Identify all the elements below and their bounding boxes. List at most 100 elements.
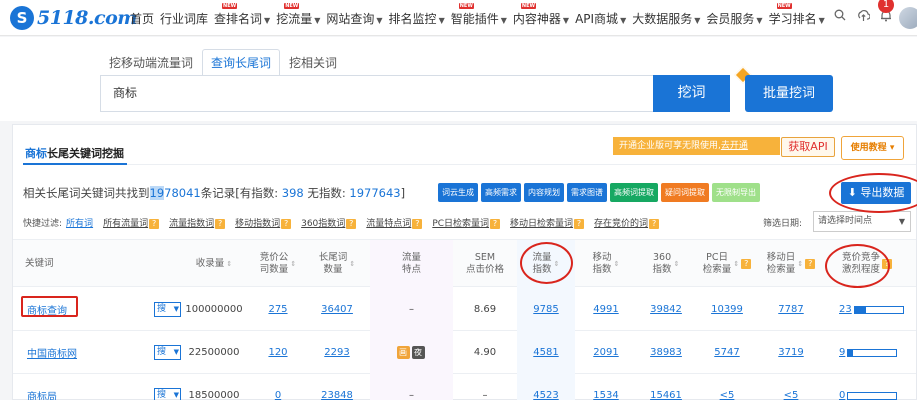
search-tab[interactable]: 挖相关词	[280, 49, 346, 75]
keyword-cell[interactable]: 中国商标网	[27, 331, 147, 374]
sort-icon[interactable]: ⇕	[733, 258, 739, 270]
help-icon[interactable]: ?	[346, 219, 357, 229]
column-header-indexed[interactable]: 收录量 ⇕	[185, 240, 243, 288]
sort-icon[interactable]: ⇕	[349, 258, 355, 270]
quick-filter[interactable]: 所有流量词?	[103, 216, 160, 229]
longtail-cell-link[interactable]: 36407	[321, 304, 353, 315]
index-360-cell-link[interactable]: 39842	[650, 304, 682, 315]
help-icon[interactable]: ?	[149, 219, 160, 229]
traffic-index-cell-link[interactable]: 9785	[533, 304, 558, 315]
keyword-cell-link[interactable]: 中国商标网	[27, 345, 77, 360]
bid-companies-cell[interactable]: 0	[251, 374, 305, 400]
tool-button[interactable]: 词云生成	[438, 183, 478, 202]
sort-icon[interactable]: ⇕	[226, 258, 232, 270]
column-header-index-360[interactable]: 360 指数 ⇕	[637, 240, 695, 288]
nav-item[interactable]: 行业词库	[160, 10, 208, 27]
keyword-cell-link[interactable]: 商标局	[27, 388, 57, 400]
tool-button[interactable]: 疑问词提取	[661, 183, 709, 202]
search-icon[interactable]	[831, 9, 849, 27]
nav-item[interactable]: 学习排名 ▼ NEW	[769, 2, 825, 27]
pc-search-cell-link[interactable]: 10399	[711, 304, 743, 315]
help-icon[interactable]: ?	[412, 219, 423, 229]
longtail-cell[interactable]: 36407	[311, 288, 363, 331]
mobile-index-cell-link[interactable]: 1534	[593, 390, 618, 400]
column-header-mobile-search[interactable]: 移动日 检索量 ⇕?	[761, 240, 821, 288]
tool-button[interactable]: 高频词提取	[610, 183, 658, 202]
avatar[interactable]	[899, 7, 917, 29]
mobile-index-cell-link[interactable]: 4991	[593, 304, 618, 315]
column-header-longtail[interactable]: 长尾词 数量 ⇕	[311, 240, 363, 288]
quick-filter[interactable]: 存在竞价的词?	[594, 216, 660, 229]
competition-link[interactable]: 0	[839, 390, 845, 400]
search-button[interactable]: 挖词	[653, 75, 730, 112]
help-icon[interactable]: ?	[805, 259, 816, 269]
longtail-cell-link[interactable]: 2293	[324, 347, 349, 358]
traffic-index-cell-link[interactable]: 4581	[533, 347, 558, 358]
index-360-cell[interactable]: 39842	[637, 288, 695, 331]
bid-companies-cell-link[interactable]: 120	[268, 347, 287, 358]
help-icon[interactable]: ?	[649, 219, 660, 229]
mobile-search-cell[interactable]: <5	[761, 374, 821, 400]
nav-item[interactable]: 网站查询 ▼	[326, 10, 382, 27]
column-header-mobile-index[interactable]: 移动 指数 ⇕	[577, 240, 635, 288]
mobile-search-cell-link[interactable]: 3719	[778, 347, 803, 358]
quick-filter[interactable]: 移动日检索量词?	[510, 216, 585, 229]
mobile-search-cell-link[interactable]: 7787	[778, 304, 803, 315]
promo-link[interactable]: 去开通	[721, 141, 748, 151]
pc-search-cell[interactable]: 10399	[697, 288, 757, 331]
mobile-search-cell-link[interactable]: <5	[784, 390, 799, 400]
competition-cell[interactable]: 9	[839, 331, 914, 374]
tutorial-button[interactable]: 使用教程 ▾	[841, 136, 904, 160]
help-icon[interactable]: ?	[490, 219, 501, 229]
traffic-index-cell[interactable]: 4581	[517, 331, 575, 374]
nav-item[interactable]: 会员服务 ▼	[706, 10, 762, 27]
pc-search-cell[interactable]: <5	[697, 374, 757, 400]
nav-item[interactable]: 挖流量 ▼ NEW	[276, 2, 320, 27]
keyword-cell[interactable]: 商标局	[27, 374, 147, 400]
sort-icon[interactable]: ⇕	[614, 258, 620, 270]
bid-companies-cell[interactable]: 120	[251, 331, 305, 374]
index-360-cell[interactable]: 38983	[637, 331, 695, 374]
sort-icon[interactable]: ⇕	[674, 258, 680, 270]
nav-item[interactable]: 大数据服务 ▼	[632, 10, 700, 27]
competition-link[interactable]: 23	[839, 304, 852, 315]
traffic-index-cell-link[interactable]: 4523	[533, 390, 558, 400]
index-360-cell-link[interactable]: 38983	[650, 347, 682, 358]
competition-link[interactable]: 9	[839, 347, 845, 358]
nav-item[interactable]: API商城 ▼	[575, 10, 626, 27]
sort-icon[interactable]: ⇕	[290, 258, 296, 270]
tool-button[interactable]: 内容规划	[524, 183, 564, 202]
longtail-cell-link[interactable]: 23848	[321, 390, 353, 400]
mobile-index-cell[interactable]: 1534	[577, 374, 635, 400]
pc-search-cell-link[interactable]: 5747	[714, 347, 739, 358]
quick-filter[interactable]: 360指数词?	[301, 216, 357, 229]
mobile-index-cell-link[interactable]: 2091	[593, 347, 618, 358]
quick-filter[interactable]: 移动指数词?	[235, 216, 292, 229]
quick-filter[interactable]: 流量特点词?	[366, 216, 423, 229]
pc-search-cell-link[interactable]: <5	[720, 390, 735, 400]
help-icon[interactable]: ?	[215, 219, 226, 229]
index-360-cell[interactable]: 15461	[637, 374, 695, 400]
tool-button[interactable]: 高频需求	[481, 183, 521, 202]
search-input[interactable]	[113, 76, 613, 111]
bid-companies-cell[interactable]: 275	[251, 288, 305, 331]
nav-item[interactable]: 内容神器 ▼ NEW	[513, 2, 569, 27]
search-tab[interactable]: 挖移动端流量词	[100, 49, 202, 75]
nav-item[interactable]: 排名监控 ▼	[389, 10, 445, 27]
competition-cell[interactable]: 23	[839, 288, 914, 331]
bid-companies-cell-link[interactable]: 0	[275, 390, 281, 400]
search-engine-select[interactable]: 搜 ▼	[154, 302, 181, 317]
help-icon[interactable]: ?	[741, 259, 752, 269]
traffic-index-cell[interactable]: 4523	[517, 374, 575, 400]
traffic-index-cell[interactable]: 9785	[517, 288, 575, 331]
column-header-pc-search[interactable]: PC日 检索量 ⇕?	[697, 240, 757, 288]
quick-filter[interactable]: 所有词	[66, 216, 93, 229]
search-tab[interactable]: 查询长尾词	[202, 49, 281, 75]
help-icon[interactable]: ?	[281, 219, 292, 229]
nav-item[interactable]: 智能插件 ▼ NEW	[451, 2, 507, 27]
competition-cell[interactable]: 0	[839, 374, 914, 400]
search-engine-select[interactable]: 搜 ▼	[154, 345, 181, 360]
mobile-index-cell[interactable]: 2091	[577, 331, 635, 374]
mobile-search-cell[interactable]: 7787	[761, 288, 821, 331]
get-api-button[interactable]: 获取API	[781, 137, 835, 157]
